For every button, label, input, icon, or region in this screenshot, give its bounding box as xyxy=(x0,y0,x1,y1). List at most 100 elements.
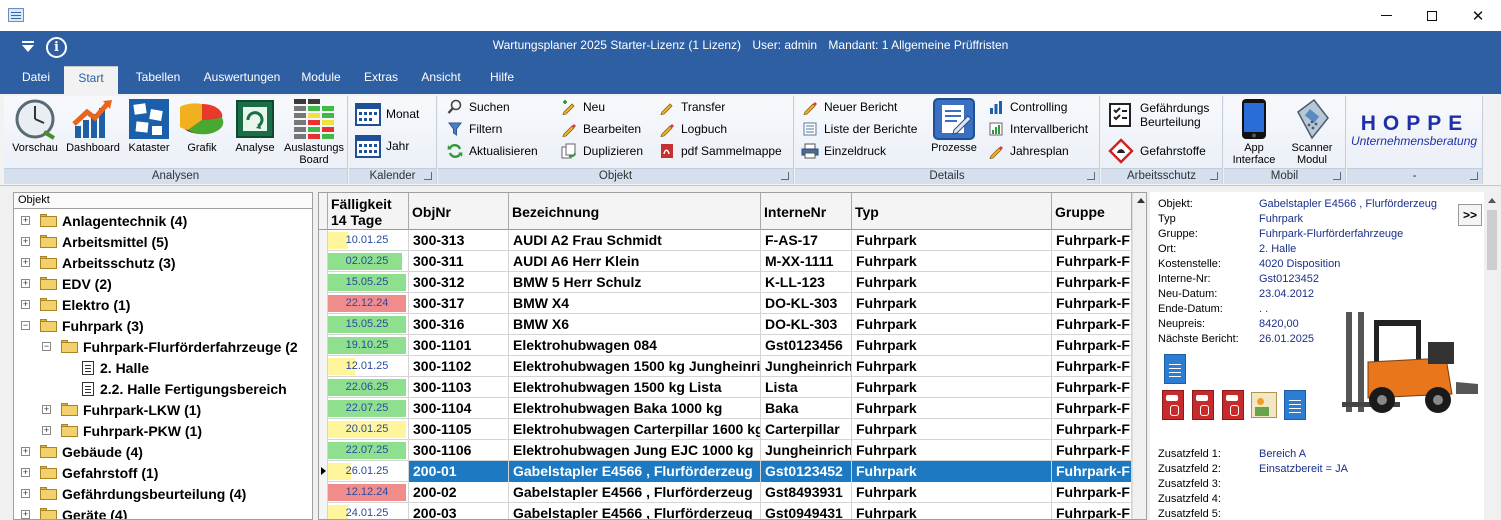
tree-expander-icon[interactable]: + xyxy=(21,447,30,456)
aktualisieren-button[interactable]: Aktualisieren xyxy=(446,141,538,161)
scroll-up-icon[interactable] xyxy=(1488,198,1496,203)
table-row[interactable]: 02.02.25 300-311 AUDI A6 Herr Klein M-XX-11… xyxy=(319,251,1132,272)
vorschau-button[interactable]: Vorschau xyxy=(6,98,64,168)
filtern-button[interactable]: Filtern xyxy=(446,119,502,139)
tree-expander-icon[interactable]: + xyxy=(21,258,30,267)
table-row[interactable]: 22.07.25 300-1106 Elektrohubwagen Jung EJC… xyxy=(319,440,1132,461)
tree-expander-icon[interactable]: + xyxy=(21,489,30,498)
app-interface-button[interactable]: App Interface xyxy=(1226,98,1282,168)
tree-expander-icon[interactable]: − xyxy=(21,321,30,330)
pdf-sammelmappe-button[interactable]: pdf Sammelmappe xyxy=(658,141,782,161)
tree-expander-icon[interactable]: + xyxy=(21,237,30,246)
tree-expander-icon[interactable]: + xyxy=(21,279,30,288)
tree-expander-icon[interactable]: − xyxy=(42,342,51,351)
table-row[interactable]: 12.12.24 200-02 Gabelstapler E4566 , Flurf… xyxy=(319,482,1132,503)
tree-item[interactable]: + Elektro (1) xyxy=(21,294,130,315)
details-vertical-scrollbar[interactable] xyxy=(1484,192,1501,520)
row-indicator[interactable] xyxy=(319,230,328,251)
table-row[interactable]: 12.01.25 300-1102 Elektrohubwagen 1500 kg … xyxy=(319,356,1132,377)
tree-item[interactable]: + Fuhrpark-LKW (1) xyxy=(42,399,201,420)
pdf-icon[interactable] xyxy=(1192,390,1214,420)
row-indicator[interactable] xyxy=(319,398,328,419)
pdf-icon[interactable] xyxy=(1222,390,1244,420)
duplizieren-button[interactable]: Duplizieren xyxy=(560,141,643,161)
tab-module[interactable]: Module xyxy=(294,66,348,94)
col-typ[interactable]: Typ xyxy=(852,193,1052,230)
table-row[interactable]: 19.10.25 300-1101 Elektrohubwagen 084 Gst01… xyxy=(319,335,1132,356)
scroll-up-icon[interactable] xyxy=(1137,198,1145,203)
image-file-icon[interactable] xyxy=(1251,392,1277,418)
table-row[interactable]: 10.01.25 300-313 AUDI A2 Frau Schmidt F-AS-… xyxy=(319,230,1132,251)
document-icon[interactable] xyxy=(1164,354,1186,384)
col-objnr[interactable]: ObjNr xyxy=(409,193,509,230)
col-faelligkeit[interactable]: Fälligkeit 14 Tage xyxy=(328,193,409,230)
tab-auswertungen[interactable]: Auswertungen xyxy=(196,66,288,94)
neuer-bericht-button[interactable]: Neuer Bericht xyxy=(801,97,897,117)
controlling-button[interactable]: Controlling xyxy=(987,97,1067,117)
scroll-thumb[interactable] xyxy=(1487,210,1497,270)
einzeldruck-button[interactable]: Einzeldruck xyxy=(801,141,886,161)
tab-datei[interactable]: Datei xyxy=(10,66,62,94)
pdf-icon[interactable] xyxy=(1162,390,1184,420)
monat-button[interactable]: Monat xyxy=(355,102,419,126)
table-row[interactable]: 15.05.25 300-316 BMW X6 DO-KL-303 Fuhrpark Fu… xyxy=(319,314,1132,335)
tab-extras[interactable]: Extras xyxy=(356,66,406,94)
col-gruppe[interactable]: Gruppe xyxy=(1052,193,1132,230)
row-indicator[interactable] xyxy=(319,356,328,377)
table-row[interactable]: 15.05.25 300-312 BMW 5 Herr Schulz K-LL-123… xyxy=(319,272,1132,293)
tree-item[interactable]: + Anlagentechnik (4) xyxy=(21,210,187,231)
bearbeiten-button[interactable]: Bearbeiten xyxy=(560,119,641,139)
table-row[interactable]: 20.01.25 300-1105 Elektrohubwagen Carterpi… xyxy=(319,419,1132,440)
table-row[interactable]: 26.01.25 200-01 Gabelstapler E4566 , Flurf… xyxy=(319,461,1132,482)
table-row[interactable]: 22.12.24 300-317 BMW X4 DO-KL-303 Fuhrpark Fu… xyxy=(319,293,1132,314)
tree-expander-icon[interactable]: + xyxy=(42,426,51,435)
tree-item[interactable]: + Arbeitsschutz (3) xyxy=(21,252,176,273)
tree-expander-icon[interactable]: + xyxy=(21,510,30,519)
auslastungs-board-button[interactable]: Auslastungs Board xyxy=(282,98,346,168)
table-row[interactable]: 22.06.25 300-1103 Elektrohubwagen 1500 kg … xyxy=(319,377,1132,398)
close-button[interactable]: ✕ xyxy=(1455,0,1501,31)
document-icon[interactable] xyxy=(1284,390,1306,420)
tree-item[interactable]: 2.2. Halle Fertigungsbereich xyxy=(82,378,287,399)
neu-button[interactable]: Neu xyxy=(560,97,605,117)
jahr-button[interactable]: Jahr xyxy=(355,134,409,158)
logbuch-button[interactable]: Logbuch xyxy=(658,119,727,139)
row-indicator[interactable] xyxy=(319,377,328,398)
row-indicator[interactable] xyxy=(319,335,328,356)
tree-item[interactable]: 2. Halle xyxy=(82,357,149,378)
row-indicator[interactable] xyxy=(319,314,328,335)
col-bezeichnung[interactable]: Bezeichnung xyxy=(509,193,761,230)
dialog-launcher-icon[interactable] xyxy=(1087,172,1095,180)
tree-expander-icon[interactable]: + xyxy=(21,216,30,225)
row-indicator[interactable] xyxy=(319,461,328,482)
gefaehrdungsbeurteilung-button[interactable]: Gefährdungs Beurteilung xyxy=(1107,100,1218,130)
dialog-launcher-icon[interactable] xyxy=(781,172,789,180)
tab-start[interactable]: Start xyxy=(64,66,118,94)
row-indicator[interactable] xyxy=(319,272,328,293)
tree-item[interactable]: + Gefährdungsbeurteilung (4) xyxy=(21,483,246,504)
tree-item[interactable]: + Geräte (4) xyxy=(21,504,127,519)
tree-expander-icon[interactable]: + xyxy=(21,300,30,309)
grafik-button[interactable]: Grafik xyxy=(176,98,228,168)
tab-ansicht[interactable]: Ansicht xyxy=(414,66,468,94)
row-indicator[interactable] xyxy=(319,440,328,461)
row-indicator[interactable] xyxy=(319,503,328,519)
dialog-launcher-icon[interactable] xyxy=(424,172,432,180)
tree-item[interactable]: + Arbeitsmittel (5) xyxy=(21,231,169,252)
row-indicator[interactable] xyxy=(319,251,328,272)
tree-item[interactable]: − Fuhrpark (3) xyxy=(21,315,144,336)
scanner-modul-button[interactable]: Scanner Modul xyxy=(1284,98,1340,168)
row-indicator[interactable] xyxy=(319,482,328,503)
row-indicator[interactable] xyxy=(319,419,328,440)
jahresplan-button[interactable]: Jahresplan xyxy=(987,141,1069,161)
minimize-button[interactable] xyxy=(1363,0,1409,31)
transfer-button[interactable]: Transfer xyxy=(658,97,725,117)
tree-expander-icon[interactable]: + xyxy=(42,405,51,414)
more-details-button[interactable]: >> xyxy=(1458,204,1482,226)
tree-expander-icon[interactable]: + xyxy=(21,468,30,477)
dialog-launcher-icon[interactable] xyxy=(1333,172,1341,180)
tree-item[interactable]: + EDV (2) xyxy=(21,273,112,294)
dialog-launcher-icon[interactable] xyxy=(1210,172,1218,180)
col-internenr[interactable]: InterneNr xyxy=(761,193,852,230)
kataster-button[interactable]: Kataster xyxy=(122,98,176,168)
